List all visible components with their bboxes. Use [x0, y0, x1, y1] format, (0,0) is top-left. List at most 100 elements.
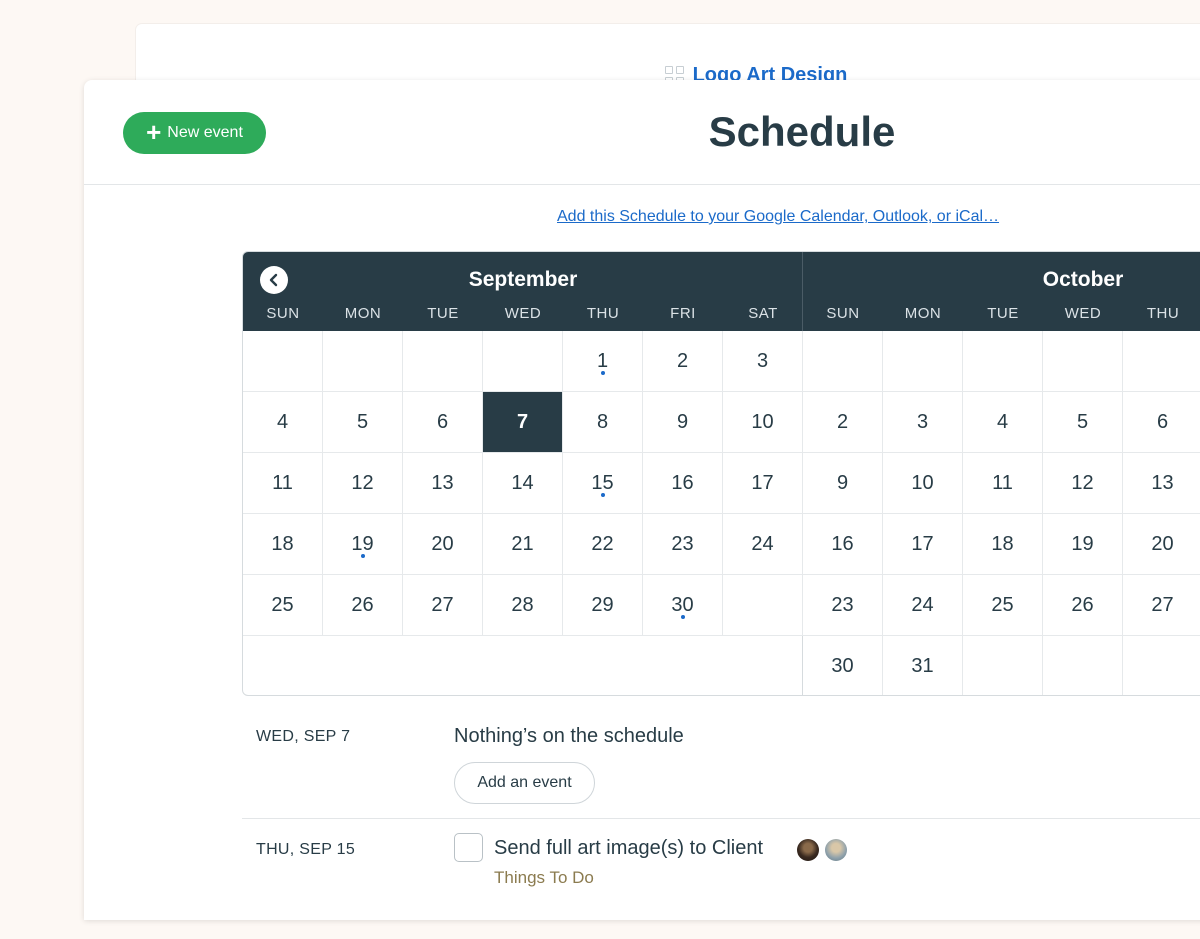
calendar-day[interactable]: 16 [803, 514, 883, 575]
day-number: 19 [351, 532, 374, 555]
calendar-day[interactable]: 12 [1043, 453, 1123, 514]
calendar-day[interactable]: 31 [883, 636, 963, 695]
day-number: 3 [916, 410, 929, 433]
calendar-empty-cell [243, 331, 323, 392]
calendar-day[interactable]: 22 [563, 514, 643, 575]
day-number: 6 [1156, 410, 1169, 433]
calendar-day[interactable]: 12 [323, 453, 403, 514]
calendar-day[interactable]: 4 [963, 392, 1043, 453]
add-event-button[interactable]: Add an event [454, 762, 595, 804]
calendar-day[interactable]: 4 [243, 392, 323, 453]
calendar-empty-cell [883, 331, 963, 392]
event-indicator-dot [680, 615, 685, 619]
calendar-day[interactable]: 1 [563, 331, 643, 392]
calendar-day[interactable]: 26 [323, 575, 403, 636]
day-number: 31 [911, 654, 934, 677]
calendar-empty-cell [803, 331, 883, 392]
calendar-day[interactable]: 25 [243, 575, 323, 636]
calendar-day[interactable]: 27 [403, 575, 483, 636]
weekday-label: WED [504, 305, 542, 322]
day-number: 13 [1151, 471, 1174, 494]
calendar-day[interactable]: 23 [803, 575, 883, 636]
weekday-label: SUN [266, 305, 300, 322]
day-number: 20 [431, 532, 454, 555]
agenda-day: WED, SEP 7 Nothing’s on the schedule Add… [242, 694, 1200, 819]
calendar-day[interactable]: 6 [403, 392, 483, 453]
calendar-day[interactable]: 19 [1043, 514, 1123, 575]
weekday-label: MON [904, 305, 942, 322]
day-number: 11 [272, 471, 293, 494]
calendar-day[interactable]: 16 [643, 453, 723, 514]
todo-title[interactable]: Send full art image(s) to Client [494, 837, 763, 860]
calendar-day[interactable]: 13 [1123, 453, 1200, 514]
schedule-card: + New event Schedule Add this Schedule t… [84, 80, 1200, 920]
calendar-day[interactable]: 9 [643, 392, 723, 453]
calendar-day[interactable]: 2 [803, 392, 883, 453]
calendar-empty-cell [403, 331, 483, 392]
day-number: 17 [751, 471, 774, 494]
calendar-day[interactable]: 29 [563, 575, 643, 636]
day-number: 24 [911, 593, 934, 616]
calendar-day[interactable]: 17 [883, 514, 963, 575]
day-number: 11 [992, 471, 1013, 494]
month-name-october: October [1042, 268, 1124, 291]
day-number: 5 [356, 410, 369, 433]
calendar-day[interactable]: 20 [403, 514, 483, 575]
calendar-day[interactable]: 23 [643, 514, 723, 575]
day-number: 27 [431, 593, 454, 616]
calendar-day[interactable]: 3 [883, 392, 963, 453]
day-number: 12 [1071, 471, 1094, 494]
page-title: Schedule [708, 108, 896, 155]
todo-checkbox[interactable] [454, 833, 483, 862]
calendar-day[interactable]: 24 [723, 514, 803, 575]
calendar-empty-cell [723, 575, 803, 636]
calendar-day[interactable]: 18 [243, 514, 323, 575]
calendar-empty-row [243, 636, 802, 695]
avatar [825, 839, 847, 861]
day-number: 1 [596, 349, 609, 372]
day-number: 3 [756, 349, 769, 372]
day-number: 22 [591, 532, 614, 555]
day-number: 23 [831, 593, 854, 616]
calendar-day[interactable]: 21 [483, 514, 563, 575]
calendar-day[interactable]: 14 [483, 453, 563, 514]
calendar-day[interactable]: 19 [323, 514, 403, 575]
calendar-day[interactable]: 9 [803, 453, 883, 514]
calendar-day[interactable]: 27 [1123, 575, 1200, 636]
calendar-day[interactable]: 13 [403, 453, 483, 514]
day-number: 30 [671, 593, 694, 616]
weekday-label: SUN [826, 305, 860, 322]
calendar-day[interactable]: 26 [1043, 575, 1123, 636]
calendar-day[interactable]: 7 [483, 392, 563, 453]
day-number: 20 [1151, 532, 1174, 555]
calendar-day[interactable]: 3 [723, 331, 803, 392]
day-number: 29 [591, 593, 614, 616]
calendar-empty-cell [963, 636, 1043, 695]
calendar-day[interactable]: 2 [643, 331, 723, 392]
day-number: 16 [831, 532, 854, 555]
calendar-day[interactable]: 5 [323, 392, 403, 453]
calendar-empty-cell [1043, 331, 1123, 392]
calendar-day[interactable]: 17 [723, 453, 803, 514]
month-name-september: September [468, 268, 578, 291]
calendar-day[interactable]: 8 [563, 392, 643, 453]
calendar-day[interactable]: 30 [643, 575, 723, 636]
calendar-day[interactable]: 11 [243, 453, 323, 514]
day-number: 2 [676, 349, 689, 372]
calendar-day[interactable]: 24 [883, 575, 963, 636]
calendar-day[interactable]: 10 [723, 392, 803, 453]
calendar-day[interactable]: 11 [963, 453, 1043, 514]
calendar-day[interactable]: 10 [883, 453, 963, 514]
calendar-day[interactable]: 25 [963, 575, 1043, 636]
day-number: 23 [671, 532, 694, 555]
calendar-day[interactable]: 30 [803, 636, 883, 695]
calendar-day[interactable]: 20 [1123, 514, 1200, 575]
calendar-day[interactable]: 5 [1043, 392, 1123, 453]
todo-list-link[interactable]: Things To Do [494, 868, 594, 888]
calendar-day[interactable]: 28 [483, 575, 563, 636]
calendar-day[interactable]: 18 [963, 514, 1043, 575]
day-number: 6 [436, 410, 449, 433]
subscribe-calendar-link[interactable]: Add this Schedule to your Google Calenda… [557, 208, 999, 226]
calendar-day[interactable]: 6 [1123, 392, 1200, 453]
calendar-day[interactable]: 15 [563, 453, 643, 514]
